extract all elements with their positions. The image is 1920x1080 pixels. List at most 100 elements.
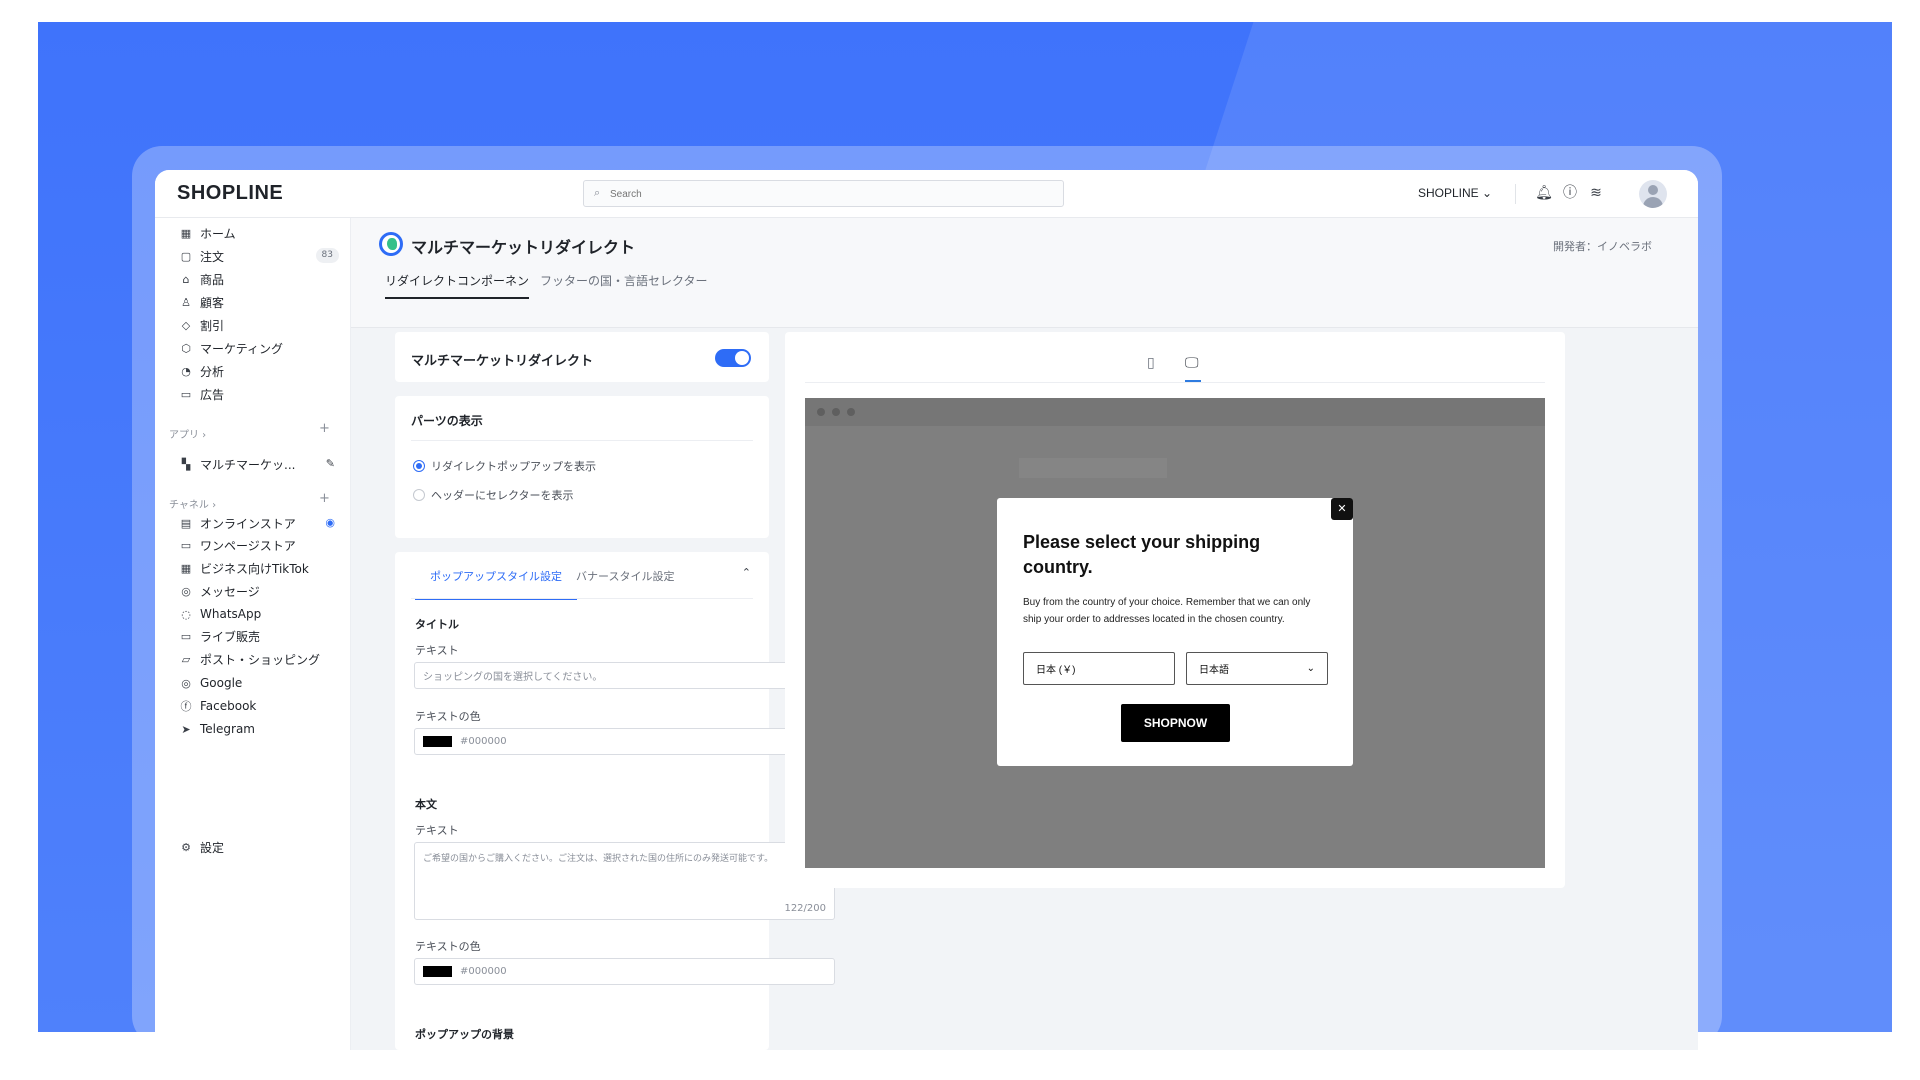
divider	[805, 382, 1545, 383]
app-grid-icon: ▚	[181, 457, 191, 471]
sidebar-item-facebook[interactable]: ⓕ Facebook	[179, 695, 339, 717]
sidebar-item-onepage-store[interactable]: ▭ ワンページストア	[179, 534, 339, 556]
tab-popup-style[interactable]: ポップアップスタイル設定	[415, 566, 577, 600]
title-color-input[interactable]: #000000	[414, 728, 835, 755]
channels-section-label[interactable]: チャネル ›	[169, 496, 216, 511]
tab-footer-selector[interactable]: フッターの国・言語セレクター	[540, 272, 708, 297]
help-icon[interactable]: ⓘ	[1561, 184, 1579, 202]
eye-icon[interactable]: ◉	[325, 516, 335, 529]
live-icon: ▭	[180, 629, 192, 643]
google-icon: ◎	[181, 676, 191, 690]
country-select[interactable]: 日本 (￥)	[1023, 652, 1175, 685]
close-icon[interactable]: ✕	[1331, 498, 1353, 520]
enable-card-title: マルチマーケットリダイレクト	[411, 354, 594, 369]
add-channel-icon[interactable]: +	[319, 491, 330, 506]
globe-icon	[379, 232, 403, 256]
product-icon: ⌂	[182, 272, 190, 286]
telegram-icon: ➤	[181, 722, 191, 736]
preview-card: ▯ 🖵︎ ✕ Please select your shipping count…	[785, 332, 1565, 888]
sidebar-item-live-sales[interactable]: ▭ ライブ販売	[179, 625, 339, 647]
sidebar-item-customers[interactable]: ♙ 顧客	[179, 291, 339, 313]
enable-toggle[interactable]	[715, 349, 751, 367]
tab-redirect-component[interactable]: リダイレクトコンポーネン	[385, 272, 530, 299]
marketing-icon: ⬡	[181, 341, 191, 355]
discount-icon: ◇	[181, 318, 191, 332]
radio-show-header-selector[interactable]: ヘッダーにセレクターを表示	[413, 487, 574, 503]
redirect-popup: ✕ Please select your shipping country. B…	[997, 498, 1353, 766]
body-color-input[interactable]: #000000	[414, 958, 835, 985]
order-count-badge: 83	[315, 248, 339, 263]
chevron-up-icon[interactable]: ⌃	[742, 566, 751, 579]
sidebar-item-whatsapp[interactable]: ◌ WhatsApp	[179, 603, 339, 625]
sidebar-item-multimarket-app[interactable]: ▚ マルチマーケッ... ✎	[179, 453, 339, 475]
app-window: SHOPLINE ⌕ SHOPLINE ⌄ 🔔︎ ⓘ ≋ ▦ホーム ▢注文83 …	[155, 170, 1698, 1050]
search-input[interactable]	[610, 185, 1050, 203]
onepage-icon: ▭	[180, 538, 192, 552]
body-section-heading: 本文	[415, 798, 437, 811]
chevron-down-icon: ⌄	[1482, 186, 1493, 200]
store-icon: ▤	[180, 516, 192, 530]
language-select[interactable]: 日本語 ⌄	[1186, 652, 1328, 685]
sidebar-item-messages[interactable]: ◎ メッセージ	[179, 580, 339, 602]
title-text-input[interactable]: ショッピングの国を選択してください。	[414, 662, 835, 689]
parts-title: パーツの表示	[411, 414, 483, 428]
avatar[interactable]	[1639, 180, 1667, 208]
sidebar-item-ads[interactable]: ▭ 広告	[179, 383, 339, 405]
store-switcher[interactable]: SHOPLINE ⌄	[1418, 186, 1492, 200]
apps-section-label[interactable]: アプリ ›	[169, 426, 206, 441]
store-name: SHOPLINE	[1418, 186, 1479, 200]
sidebar-item-google[interactable]: ◎ Google	[179, 672, 339, 694]
sidebar-item-telegram[interactable]: ➤ Telegram	[179, 718, 339, 740]
ads-icon: ▭	[180, 387, 192, 401]
divider	[411, 598, 753, 599]
mobile-device-icon[interactable]: ▯	[1147, 355, 1155, 371]
search-box[interactable]: ⌕	[583, 180, 1064, 207]
bell-icon[interactable]: 🔔︎	[1535, 184, 1553, 202]
wifi-icon[interactable]: ≋	[1587, 184, 1605, 202]
sidebar-item-analytics[interactable]: ◔ 分析	[179, 360, 339, 382]
sidebar-item-tiktok[interactable]: ▦ ビジネス向けTikTok	[179, 557, 339, 579]
shopline-logo[interactable]: SHOPLINE	[177, 182, 283, 205]
style-settings-card: ポップアップスタイル設定 バナースタイル設定 ⌃ タイトル テキスト ショッピン…	[395, 552, 835, 1050]
add-app-icon[interactable]: +	[319, 421, 330, 436]
body-text-area[interactable]: ご希望の国からご購入ください。ご注文は、選択された国の住所にのみ発送可能です。 …	[414, 842, 835, 920]
page-title: マルチマーケットリダイレクト	[411, 238, 636, 257]
color-swatch[interactable]	[423, 966, 452, 977]
sidebar-item-products[interactable]: ⌂ 商品	[179, 268, 339, 290]
radio-unselected[interactable]	[413, 489, 425, 501]
radio-show-popup[interactable]: リダイレクトポップアップを表示	[413, 458, 596, 474]
sidebar-item-discounts[interactable]: ◇ 割引	[179, 314, 339, 336]
window-dot	[832, 408, 840, 416]
window-dot	[847, 408, 855, 416]
popup-bg-heading: ポップアップの背景	[415, 1028, 514, 1041]
desktop-device-icon[interactable]: 🖵︎	[1185, 355, 1199, 371]
sidebar-item-settings[interactable]: ⚙ 設定	[179, 836, 339, 858]
window-dot	[817, 408, 825, 416]
popup-body: Buy from the country of your choice. Rem…	[1023, 597, 1311, 625]
preview-browser: ✕ Please select your shipping country. B…	[805, 398, 1545, 868]
title-color-label: テキストの色	[415, 710, 481, 723]
analytics-icon: ◔	[181, 364, 191, 378]
popup-title: Please select your shipping country.	[1023, 532, 1261, 577]
radio-selected[interactable]	[413, 460, 425, 472]
order-icon: ▢	[180, 249, 192, 263]
sidebar-item-online-store[interactable]: ▤ オンラインストア ◉	[179, 512, 339, 534]
color-swatch[interactable]	[423, 736, 452, 747]
sidebar-item-post-shopping[interactable]: ▱ ポスト・ショッピング	[179, 648, 339, 670]
sidebar-item-marketing[interactable]: ⬡ マーケティング	[179, 337, 339, 359]
enable-card: マルチマーケットリダイレクト	[395, 332, 769, 382]
sidebar-item-home[interactable]: ▦ ホーム	[179, 222, 339, 244]
gear-icon: ⚙	[181, 840, 191, 854]
sidebar-item-orders[interactable]: ▢ 注文 83	[179, 245, 339, 267]
customer-icon: ♙	[181, 295, 191, 309]
char-counter: 122/200	[784, 903, 826, 914]
pin-icon[interactable]: ✎	[326, 457, 335, 470]
body-color-label: テキストの色	[415, 940, 481, 953]
shop-now-button[interactable]: SHOPNOW	[1121, 704, 1230, 742]
search-icon: ⌕	[594, 186, 601, 199]
home-icon: ▦	[180, 226, 192, 240]
tiktok-icon: ▦	[180, 561, 192, 575]
placeholder-block	[1019, 458, 1167, 478]
tab-banner-style[interactable]: バナースタイル設定	[561, 566, 689, 598]
chevron-down-icon: ⌄	[1306, 663, 1315, 674]
